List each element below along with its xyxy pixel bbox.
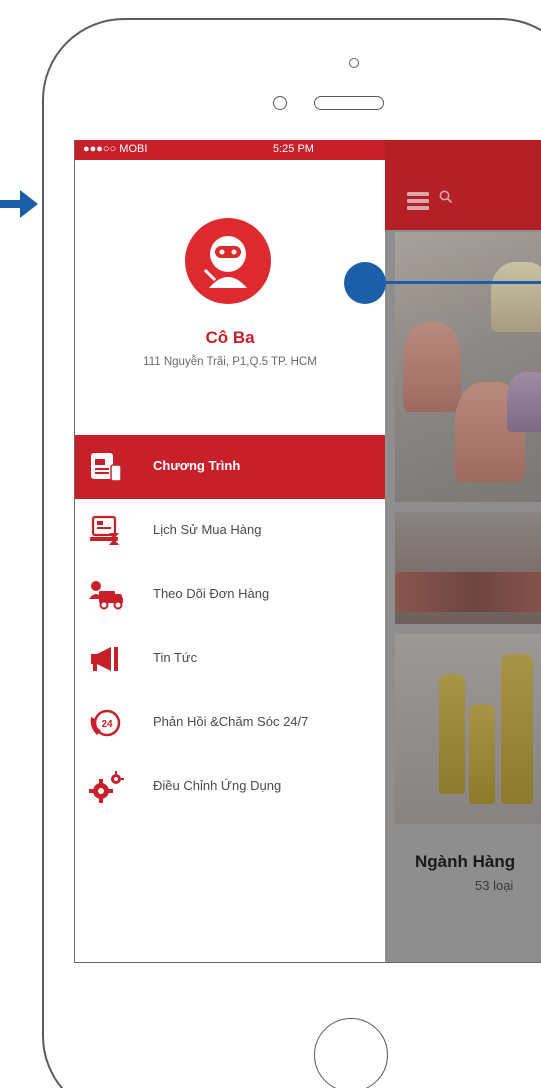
home-button[interactable] <box>314 1018 388 1088</box>
menu-item-label: Điều Chỉnh Ứng Dụng <box>153 778 282 793</box>
side-drawer: ●●●○○ MOBI 5:25 PM Cô Ba 111 Nguyễn Trãi… <box>75 140 385 962</box>
avatar[interactable] <box>185 218 271 304</box>
category-count: 53 loại <box>475 878 514 893</box>
user-address: 111 Nguyễn Trãi, P1,Q.5 TP. HCM <box>143 356 317 368</box>
menu-item-app-settings[interactable]: Điều Chỉnh Ứng Dụng <box>75 755 385 819</box>
drawer-menu: Chương Trình Lịch Sử Mua Hàng Theo Dõi Đ… <box>75 435 385 819</box>
carrier-signal: ●●●○○ MOBI <box>83 143 148 155</box>
earpiece-speaker <box>314 96 384 110</box>
menu-item-support[interactable]: 24 Phản Hồi &Chăm Sóc 24/7 <box>75 691 385 755</box>
status-bar: ●●●○○ MOBI 5:25 PM <box>75 140 385 160</box>
background-app[interactable]: Ngành Hàng 53 loại <box>385 140 541 962</box>
menu-item-order-tracking[interactable]: Theo Dõi Đơn Hàng <box>75 563 385 627</box>
menu-item-label: Chương Trình <box>153 458 241 473</box>
hamburger-menu-icon[interactable] <box>407 192 429 210</box>
app-header <box>385 140 541 230</box>
category-image[interactable] <box>395 634 541 824</box>
annotation-dot <box>344 262 386 304</box>
menu-item-label: Theo Dõi Đơn Hàng <box>153 586 270 601</box>
annotation-line <box>370 281 541 284</box>
support-24-icon: 24 <box>90 709 121 737</box>
user-name: Cô Ba <box>205 328 255 347</box>
category-title: Ngành Hàng <box>415 852 516 871</box>
purchase-history-icon <box>90 515 119 545</box>
menu-item-program[interactable]: Chương Trình <box>75 435 385 499</box>
gears-icon <box>89 771 124 803</box>
front-camera <box>273 96 287 110</box>
program-icon <box>91 453 122 482</box>
svg-text:24: 24 <box>101 719 113 730</box>
menu-item-label: Phản Hồi &Chăm Sóc 24/7 <box>153 714 309 729</box>
menu-item-label: Lịch Sử Mua Hàng <box>153 522 262 537</box>
product-banner[interactable] <box>395 512 541 624</box>
front-sensor <box>349 58 359 68</box>
stage: Ngành Hàng 53 loại ●●●○○ MOBI 5:25 PM Cô… <box>0 0 541 1088</box>
status-time: 5:25 PM <box>273 143 314 155</box>
megaphone-icon <box>91 647 118 671</box>
menu-item-purchase-history[interactable]: Lịch Sử Mua Hàng <box>75 499 385 563</box>
delivery-truck-icon <box>89 581 123 610</box>
promo-banner[interactable] <box>395 232 541 502</box>
phone-screen: Ngành Hàng 53 loại ●●●○○ MOBI 5:25 PM Cô… <box>74 140 541 963</box>
menu-item-news[interactable]: Tin Tức <box>75 627 385 691</box>
arrow-right-icon <box>0 190 38 218</box>
robot-avatar-icon <box>203 236 247 288</box>
search-icon[interactable] <box>439 190 453 204</box>
menu-item-label: Tin Tức <box>153 650 198 665</box>
